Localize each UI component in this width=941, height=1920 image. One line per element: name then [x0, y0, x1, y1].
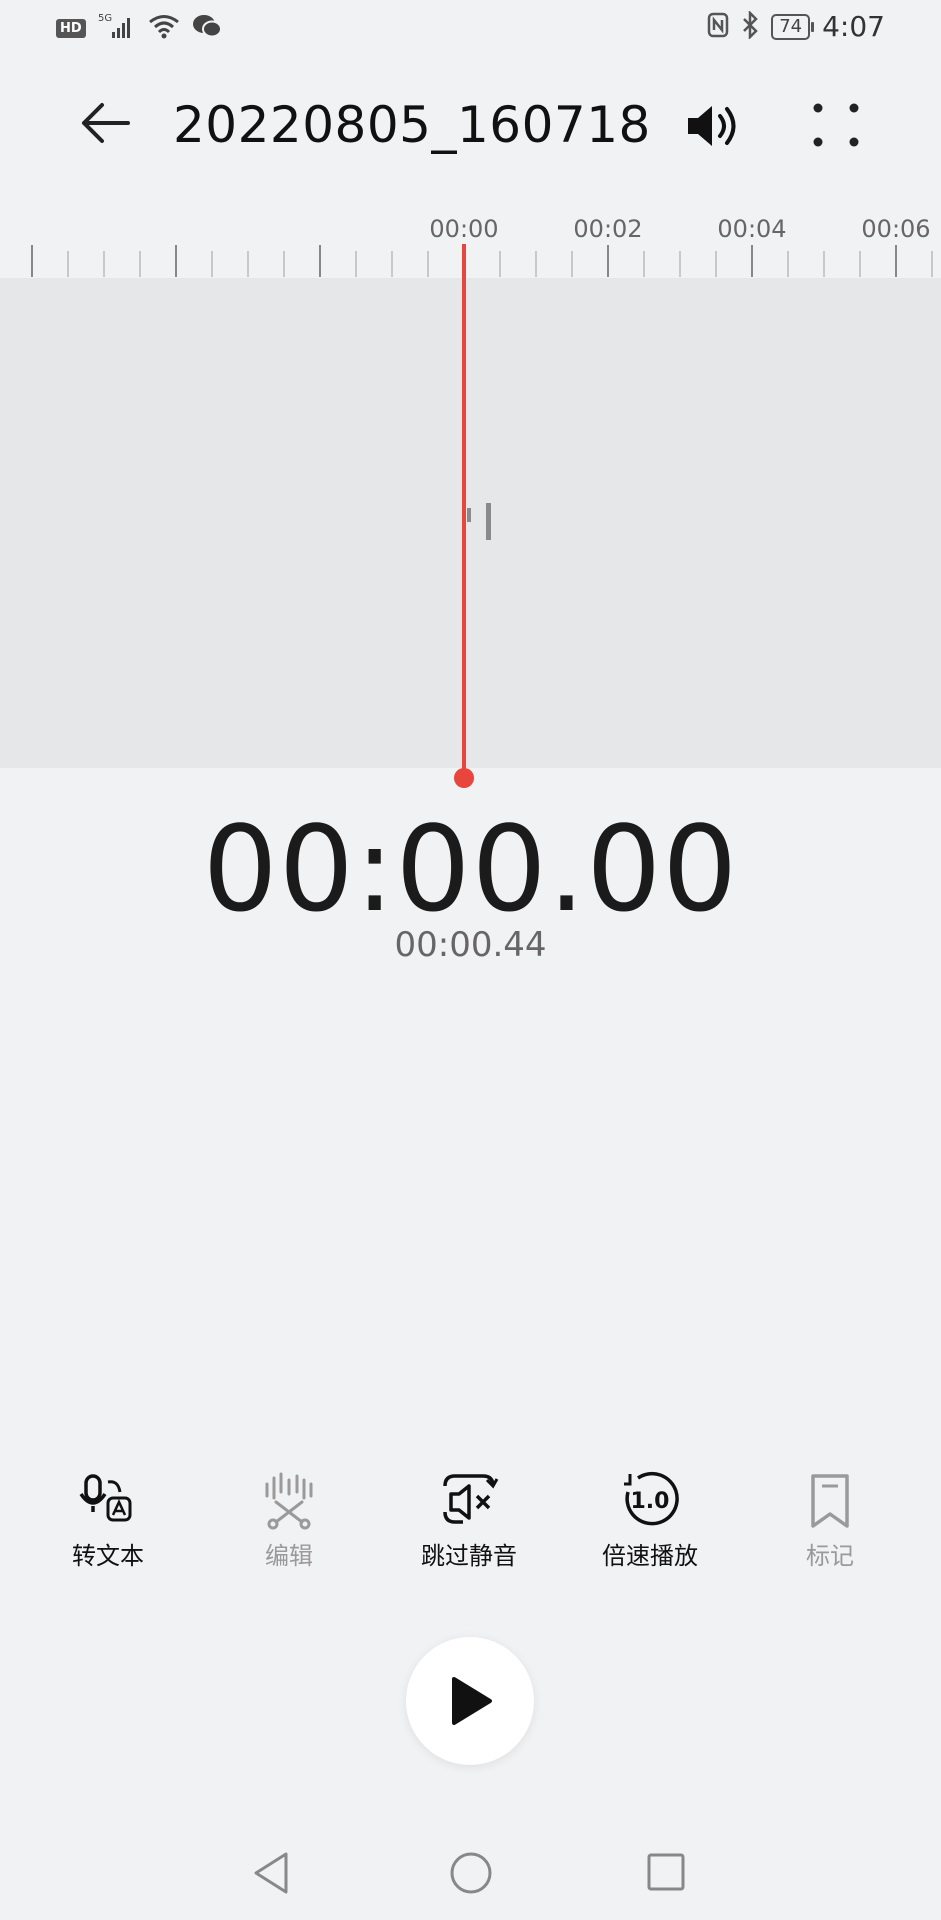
edit-button[interactable]: 编辑	[199, 1470, 379, 1571]
speaker-icon[interactable]	[684, 98, 748, 154]
ruler-ticks	[31, 245, 933, 277]
nav-recents-icon[interactable]	[646, 1850, 686, 1896]
waveform-bar	[467, 508, 471, 522]
total-duration: 00:00.44	[394, 925, 547, 965]
status-bar: HD 5G 74 4:07	[0, 0, 941, 60]
skip-silence-icon	[439, 1470, 499, 1530]
recording-title: 20220805_160718	[173, 96, 651, 154]
tool-label: 编辑	[265, 1542, 313, 1570]
battery-indicator: 74	[771, 13, 815, 40]
playhead-line[interactable]	[462, 244, 466, 774]
current-time: 00:00.00	[202, 800, 739, 938]
bookmark-button[interactable]: 标记	[740, 1470, 920, 1571]
bookmark-icon	[800, 1470, 860, 1530]
toolbar: 转文本 编辑 跳过静音 1.0 倍速播放 标记	[0, 1470, 941, 1580]
wifi-icon	[148, 13, 180, 43]
status-right: 74 4:07	[707, 9, 885, 43]
more-dots-icon[interactable]	[808, 98, 864, 154]
hd-badge: HD	[56, 18, 86, 38]
nav-home-icon[interactable]	[448, 1850, 494, 1896]
status-left: HD 5G	[56, 12, 222, 44]
skip-silence-button[interactable]: 跳过静音	[379, 1470, 559, 1571]
signal-icon: 5G	[98, 12, 136, 44]
speech-to-text-icon	[78, 1470, 138, 1530]
speed-value: 1.0	[631, 1489, 670, 1514]
waveform-area[interactable]	[0, 278, 941, 768]
bluetooth-icon	[741, 9, 759, 43]
play-icon	[452, 1677, 492, 1725]
nfc-icon	[707, 12, 729, 42]
tool-label: 标记	[806, 1542, 854, 1570]
speech-to-text-button[interactable]: 转文本	[18, 1470, 198, 1571]
playhead-handle[interactable]	[454, 768, 474, 788]
wechat-icon	[192, 13, 222, 43]
tool-label: 转文本	[72, 1542, 144, 1570]
nav-back-icon[interactable]	[250, 1850, 292, 1896]
network-label: 5G	[98, 13, 112, 24]
timeline-ruler[interactable]: 00:00 00:02 00:04 00:06	[0, 205, 941, 280]
status-time: 4:07	[822, 10, 885, 43]
playback-speed-button[interactable]: 1.0 倍速播放	[560, 1470, 740, 1571]
play-button[interactable]	[406, 1637, 534, 1765]
system-nav-bar	[0, 1840, 941, 1920]
tool-label: 倍速播放	[602, 1542, 698, 1570]
tool-label: 跳过静音	[421, 1542, 517, 1570]
edit-cut-icon	[259, 1470, 319, 1530]
back-arrow-icon[interactable]	[78, 95, 134, 151]
playback-speed-icon: 1.0	[620, 1470, 680, 1530]
waveform-bar	[486, 503, 491, 540]
